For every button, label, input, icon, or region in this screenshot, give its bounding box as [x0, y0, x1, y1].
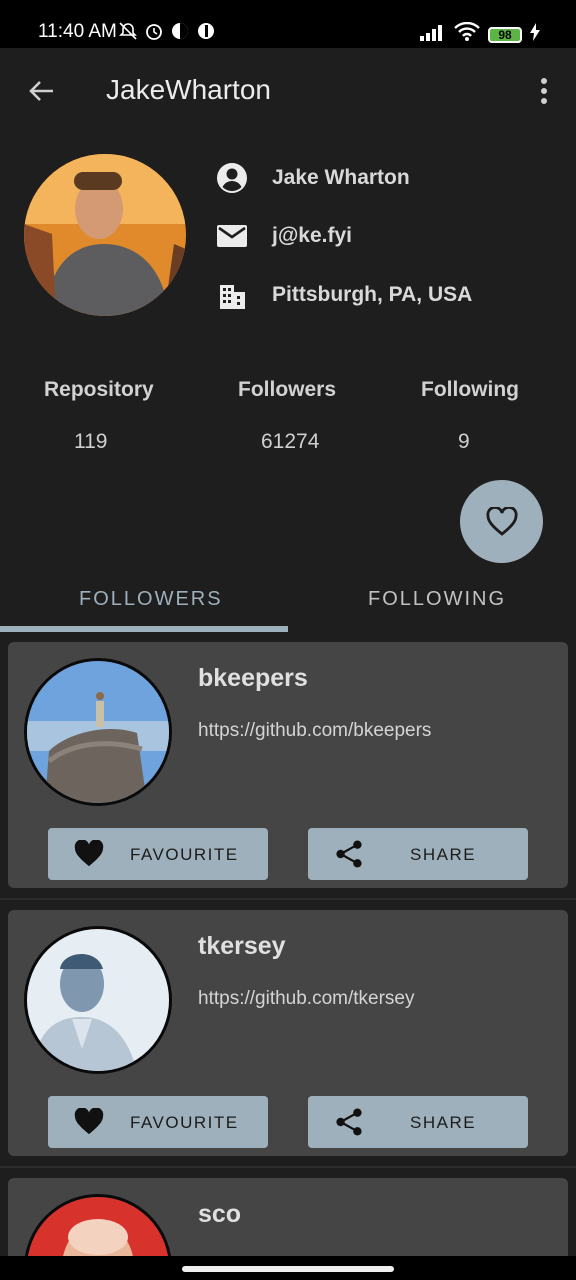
battery-level: 98: [498, 28, 512, 42]
favourite-button[interactable]: FAVOURITE: [48, 1096, 268, 1148]
user-login: bkeepers: [198, 664, 308, 692]
tab-followers[interactable]: FOLLOWERS: [79, 588, 223, 611]
stat-label-repository: Repository: [44, 378, 154, 401]
email-icon: [217, 225, 247, 247]
profile-location-row: Pittsburgh, PA, USA: [216, 279, 472, 311]
back-button[interactable]: [26, 76, 56, 106]
alarm-icon: [144, 21, 164, 41]
app-bar: [0, 48, 576, 136]
user-login: sco: [198, 1200, 242, 1228]
user-card[interactable]: tkersey https://github.com/tkersey FAVOU…: [8, 910, 568, 1156]
more-options-button[interactable]: [530, 76, 558, 106]
stat-value-followers: 61274: [261, 430, 320, 453]
favourite-fab[interactable]: [460, 480, 543, 563]
user-card[interactable]: sco: [8, 1178, 568, 1256]
wifi-icon: [454, 21, 480, 48]
user-login: tkersey: [198, 932, 286, 960]
heart-outline-icon: [485, 506, 518, 536]
account-circle-icon: [217, 163, 247, 193]
divider: [0, 1166, 576, 1168]
user-url[interactable]: https://github.com/bkeepers: [198, 720, 431, 742]
tab-bar: FOLLOWERS FOLLOWING: [0, 570, 576, 632]
tab-indicator: [0, 626, 288, 632]
arrow-back-icon: [29, 81, 53, 101]
user-avatar: [24, 1194, 172, 1256]
profile-email: j@ke.fyi: [272, 224, 353, 247]
share-button[interactable]: SHARE: [308, 828, 528, 880]
share-icon: [336, 1108, 362, 1136]
user-avatar: [24, 658, 172, 806]
battery-icon: 98: [488, 27, 522, 43]
notification-off-icon: [118, 21, 138, 41]
heart-filled-icon: [74, 840, 104, 867]
page-title: JakeWharton: [106, 74, 271, 105]
home-gesture-handle[interactable]: [182, 1266, 394, 1272]
status-time: 11:40 AM: [38, 21, 117, 42]
profile-email-row: j@ke.fyi: [216, 220, 352, 252]
app-notification-icon: [170, 21, 190, 41]
share-icon: [336, 840, 362, 868]
tab-following[interactable]: FOLLOWING: [368, 588, 506, 611]
profile-avatar: [24, 154, 186, 316]
favourite-button[interactable]: FAVOURITE: [48, 828, 268, 880]
stat-value-following: 9: [458, 430, 470, 453]
profile-name: Jake Wharton: [272, 166, 410, 189]
stat-label-following: Following: [421, 378, 519, 401]
business-icon: [220, 285, 245, 309]
share-button-label: SHARE: [410, 845, 477, 864]
divider: [0, 898, 576, 900]
heart-filled-icon: [74, 1108, 104, 1135]
charging-icon: [530, 23, 540, 47]
status-bar: 11:40 AM 98: [0, 0, 576, 48]
profile-location: Pittsburgh, PA, USA: [272, 283, 473, 306]
favourite-button-label: FAVOURITE: [130, 1113, 239, 1132]
signal-icon: [420, 23, 446, 47]
stat-label-followers: Followers: [238, 378, 337, 401]
profile-name-row: Jake Wharton: [216, 162, 410, 194]
user-url[interactable]: https://github.com/tkersey: [198, 988, 415, 1010]
user-card[interactable]: bkeepers https://github.com/bkeepers FAV…: [8, 642, 568, 888]
favourite-button-label: FAVOURITE: [130, 845, 239, 864]
user-avatar: [24, 926, 172, 1074]
stat-value-repository: 119: [74, 430, 108, 453]
share-button-label: SHARE: [410, 1113, 477, 1132]
app-notification-icon: [196, 21, 216, 41]
more-vert-icon: [541, 78, 547, 104]
share-button[interactable]: SHARE: [308, 1096, 528, 1148]
